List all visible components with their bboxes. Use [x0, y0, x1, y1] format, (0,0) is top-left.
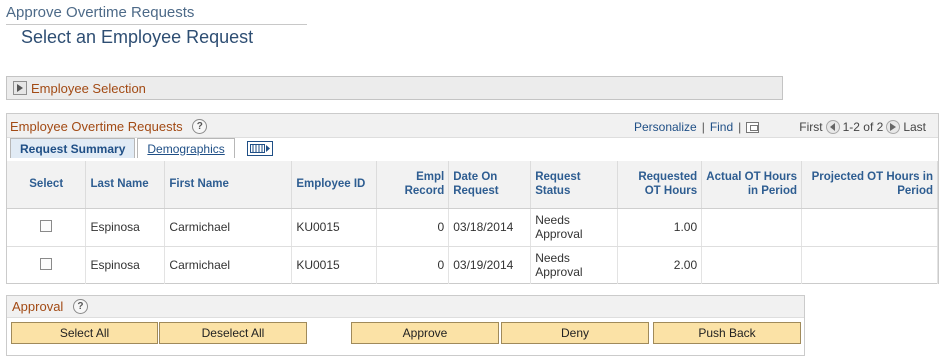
table-row: Espinosa Carmichael KU0015 0 03/19/2014 …: [7, 246, 938, 284]
approval-title: Approval: [12, 299, 64, 314]
grid-tabs: Request Summary Demographics: [10, 138, 273, 158]
previous-arrow-icon[interactable]: [825, 120, 840, 134]
empl-record-cell: 0: [376, 208, 450, 247]
col-header-select: Select: [7, 161, 87, 209]
page-title: Select an Employee Request: [21, 27, 254, 47]
tab-demographics[interactable]: Demographics: [137, 138, 235, 158]
requests-table: Select Last Name First Name Employee ID …: [7, 161, 938, 284]
grid-header: Employee Overtime Requests ? Personalize…: [7, 114, 938, 138]
first-name-cell: Carmichael: [164, 208, 293, 247]
nav-separator: |: [701, 120, 705, 134]
select-cell: [7, 246, 87, 284]
col-header-empl-record[interactable]: Empl Record: [376, 161, 450, 209]
push-back-button[interactable]: Push Back: [653, 322, 801, 344]
grid-title-text: Employee Overtime Requests: [10, 119, 183, 134]
employee-selection-section[interactable]: Employee Selection: [6, 76, 783, 100]
zoom-grid-icon[interactable]: [746, 121, 760, 133]
col-header-request-status[interactable]: Request Status: [530, 161, 619, 209]
table-row: Espinosa Carmichael KU0015 0 03/18/2014 …: [7, 208, 938, 247]
find-link[interactable]: Find: [710, 120, 733, 134]
date-cell: 03/18/2014: [448, 208, 532, 247]
grid-title: Employee Overtime Requests ?: [10, 119, 208, 135]
col-header-requested-ot-hours[interactable]: Requested OT Hours: [617, 161, 703, 209]
status-cell: Needs Approval: [530, 246, 619, 284]
requested-hours-cell: 2.00: [617, 246, 703, 284]
col-header-date-on-request[interactable]: Date On Request: [448, 161, 532, 209]
requested-hours-cell: 1.00: [617, 208, 703, 247]
nav-separator: |: [738, 120, 742, 134]
help-icon[interactable]: ?: [72, 299, 88, 315]
last-label[interactable]: Last: [903, 120, 926, 134]
table-header-row: Select Last Name First Name Employee ID …: [7, 161, 938, 209]
last-name-link[interactable]: Espinosa: [85, 246, 166, 284]
projected-hours-cell: [801, 208, 938, 247]
last-name-link[interactable]: Espinosa: [85, 208, 166, 247]
select-checkbox[interactable]: [40, 257, 53, 270]
first-label[interactable]: First: [799, 120, 822, 134]
actual-hours-cell: [701, 246, 803, 284]
employee-selection-label[interactable]: Employee Selection: [31, 81, 146, 96]
deny-button[interactable]: Deny: [501, 322, 649, 344]
app-title: Approve Overtime Requests: [6, 4, 195, 21]
expand-triangle-icon[interactable]: [13, 81, 27, 95]
select-cell: [7, 208, 87, 247]
approval-section: Approval ? Select All Deselect All Appro…: [6, 295, 805, 356]
title-divider: [6, 24, 307, 25]
grid-navigation: Personalize | Find | First 1-2 of 2 Last: [634, 120, 926, 134]
col-header-projected-ot-hours[interactable]: Projected OT Hours in Period: [801, 161, 938, 209]
overtime-requests-grid: Employee Overtime Requests ? Personalize…: [6, 113, 939, 284]
col-header-actual-ot-hours[interactable]: Actual OT Hours in Period: [701, 161, 803, 209]
status-cell: Needs Approval: [530, 208, 619, 247]
col-header-employee-id[interactable]: Employee ID: [291, 161, 378, 209]
employee-id-cell: KU0015: [291, 208, 378, 247]
personalize-link[interactable]: Personalize: [634, 120, 697, 134]
date-cell: 03/19/2014: [448, 246, 532, 284]
select-checkbox[interactable]: [40, 219, 53, 232]
actual-hours-cell: [701, 208, 803, 247]
select-all-button[interactable]: Select All: [11, 322, 158, 344]
tab-request-summary[interactable]: Request Summary: [10, 138, 136, 158]
deselect-all-button[interactable]: Deselect All: [159, 322, 307, 344]
employee-id-cell: KU0015: [291, 246, 378, 284]
first-name-cell: Carmichael: [164, 246, 293, 284]
row-range: 1-2 of 2: [842, 120, 884, 134]
help-icon[interactable]: ?: [192, 119, 208, 135]
approval-header: Approval ?: [7, 296, 804, 318]
next-arrow-icon[interactable]: [886, 120, 901, 134]
approve-button[interactable]: Approve: [351, 322, 499, 344]
col-header-first-name[interactable]: First Name: [164, 161, 293, 209]
col-header-last-name[interactable]: Last Name: [85, 161, 166, 209]
projected-hours-cell: [801, 246, 938, 284]
empl-record-cell: 0: [376, 246, 450, 284]
show-all-columns-icon[interactable]: [246, 141, 273, 156]
